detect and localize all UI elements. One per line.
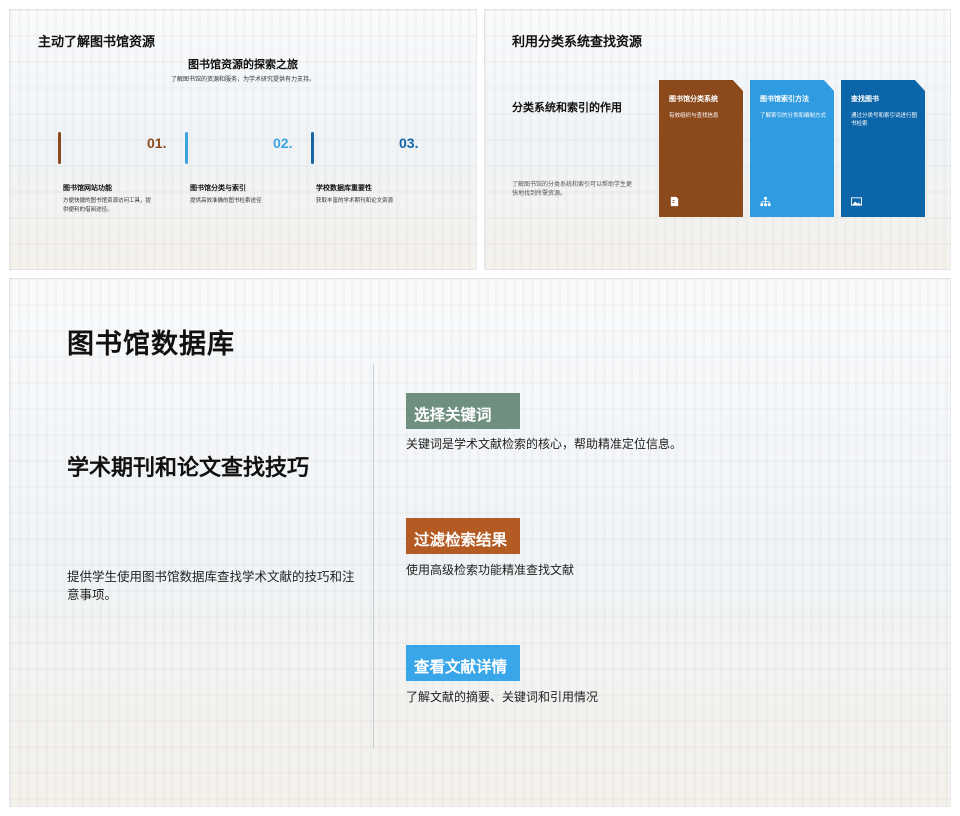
slide2-title: 利用分类系统查找资源 xyxy=(512,34,643,49)
card3-text: 通过分类号和索引词进行图书检索 xyxy=(851,113,918,127)
slide2-subheading: 分类系统和索引的作用 xyxy=(512,102,622,114)
step2-heading: 图书馆分类与索引 xyxy=(190,185,246,192)
step1-text: 方便快捷的图书馆资源访问工具，提供便利的借阅途径。 xyxy=(63,198,152,213)
tag-filter-results-text: 使用高级检索功能精准查找文献 xyxy=(406,563,575,577)
step1-number: 01. xyxy=(147,135,167,151)
card-index-method: 图书馆索引方法 了解索引的分类和编制方式 xyxy=(750,80,834,217)
card1-heading: 图书馆分类系统 xyxy=(669,96,718,103)
document-icon xyxy=(670,196,679,207)
tag-filter-results: 过滤检索结果 xyxy=(406,518,520,554)
slide3-left-description: 提供学生使用图书馆数据库查找学术文献的技巧和注意事项。 xyxy=(67,570,355,602)
vertical-divider xyxy=(373,364,374,749)
card-classification-system: 图书馆分类系统 有效组织与查找信息 xyxy=(659,80,743,217)
step3-heading: 学校数据库重要性 xyxy=(316,185,372,192)
card2-text: 了解索引的分类和编制方式 xyxy=(760,113,827,119)
slide2-description: 了解图书馆的分类系统和索引可以帮助学生更快地找到所需资源。 xyxy=(512,182,633,197)
card2-heading: 图书馆索引方法 xyxy=(760,96,809,103)
step2-number: 02. xyxy=(273,135,293,151)
step3-text: 获取丰富的学术期刊和论文资源 xyxy=(316,198,394,204)
tag-view-details-text: 了解文献的摘要、关键词和引用情况 xyxy=(406,690,599,704)
card3-heading: 查找图书 xyxy=(851,96,879,103)
step2-accent-bar xyxy=(185,132,188,164)
card1-text: 有效组织与查找信息 xyxy=(669,113,719,119)
slide1-subtitle: 图书馆资源的探索之旅 xyxy=(188,59,298,71)
slide1-title: 主动了解图书馆资源 xyxy=(38,34,156,49)
slide3-left-heading: 学术期刊和论文查找技巧 xyxy=(67,455,310,480)
slide-thumbnail-2[interactable]: 利用分类系统查找资源 分类系统和索引的作用 了解图书馆的分类系统和索引可以帮助学… xyxy=(484,9,951,270)
card-find-books: 查找图书 通过分类号和索引词进行图书检索 xyxy=(841,80,925,217)
tag-view-details: 查看文献详情 xyxy=(406,645,520,681)
step1-accent-bar xyxy=(58,132,61,164)
step3-accent-bar xyxy=(311,132,314,164)
step1-heading: 图书馆网站功能 xyxy=(63,185,112,192)
tag-select-keywords: 选择关键词 xyxy=(406,393,520,429)
slide-thumbnail-1[interactable]: 主动了解图书馆资源 图书馆资源的探索之旅 了解图书馆的资源和服务，为学术研究提供… xyxy=(9,9,477,270)
slide1-description: 了解图书馆的资源和服务，为学术研究提供有力支持。 xyxy=(170,77,315,83)
step3-number: 03. xyxy=(399,135,419,151)
hierarchy-icon xyxy=(760,196,771,207)
slide3-title: 图书馆数据库 xyxy=(67,329,235,359)
step2-text: 提供高效准确的图书检索途径 xyxy=(190,198,262,204)
slide-main-3[interactable]: 图书馆数据库 学术期刊和论文查找技巧 提供学生使用图书馆数据库查找学术文献的技巧… xyxy=(9,278,951,807)
tag-select-keywords-text: 关键词是学术文献检索的核心，帮助精准定位信息。 xyxy=(406,437,683,451)
image-icon xyxy=(851,197,862,206)
